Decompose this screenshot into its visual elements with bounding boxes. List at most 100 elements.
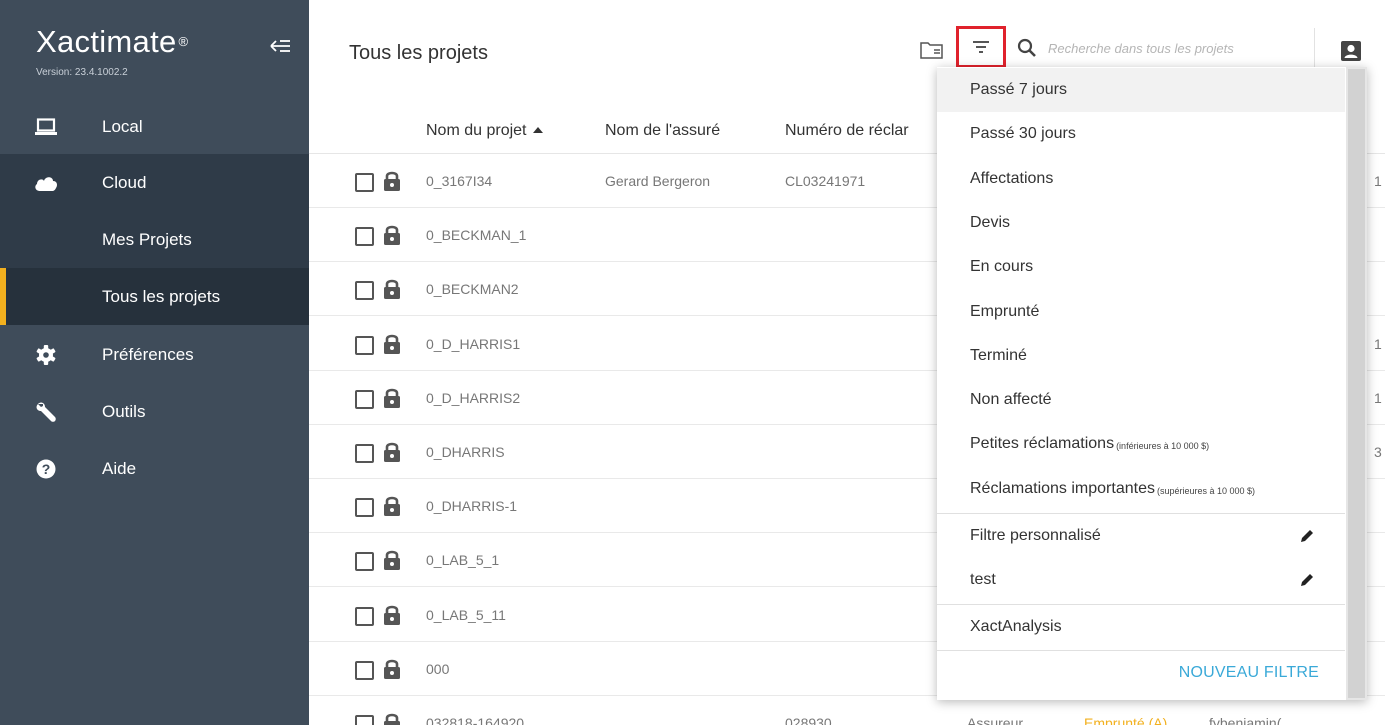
filter-item-label: Devis (970, 213, 1011, 231)
edit-pencil-icon[interactable] (1299, 528, 1315, 544)
lock-icon (383, 278, 401, 300)
sidebar-item-tous-les-projets[interactable]: Tous les projets (0, 268, 309, 325)
row-checkbox[interactable] (355, 660, 374, 680)
project-name: 0_DHARRIS-1 (426, 498, 518, 515)
search-input[interactable] (1048, 36, 1288, 60)
filter-menu-divider (937, 650, 1345, 651)
search-icon[interactable] (1017, 38, 1037, 58)
filter-item-label: Passé 30 jours (970, 125, 1076, 143)
project-name: 032818-164920 (426, 715, 525, 725)
truncated-cell: 3 (1374, 444, 1382, 460)
filter-button[interactable] (956, 26, 1006, 68)
filter-menu: Passé 7 jours Passé 30 jours Affectations D… (937, 67, 1367, 700)
lock-icon (383, 441, 401, 463)
project-name: 0_LAB_5_1 (426, 552, 500, 569)
filter-item-label: Réclamations importantes (970, 479, 1155, 497)
truncated-cell: 1 (1374, 389, 1382, 406)
lock-icon (383, 549, 401, 571)
sidebar-item-cloud[interactable]: Cloud (0, 154, 309, 211)
row-checkbox[interactable] (355, 389, 374, 409)
sidebar-item-aide[interactable]: ? Aide (0, 440, 309, 497)
row-checkbox[interactable] (355, 606, 374, 626)
sort-ascending-icon (532, 127, 543, 133)
column-header-insured-name[interactable]: Nom de l'assuré (605, 122, 720, 140)
sidebar-item-preferences[interactable]: Préférences (0, 326, 309, 383)
project-name: 0_LAB_5_11 (426, 606, 506, 623)
sidebar-item-label: Mes Projets (102, 229, 192, 249)
filter-item[interactable]: Emprunté (937, 290, 1345, 334)
filter-item-label: Affectations (970, 169, 1054, 187)
sidebar-item-label: Aide (102, 458, 137, 478)
gear-icon (34, 343, 58, 367)
filter-item[interactable]: Affectations (937, 157, 1345, 201)
edit-pencil-icon[interactable] (1299, 572, 1315, 588)
page-title: Tous les projets (349, 42, 488, 64)
project-name: 0_DHARRIS (426, 444, 505, 460)
column-header-project-name[interactable]: Nom du projet (426, 122, 543, 140)
project-name: 0_BECKMAN_1 (426, 227, 527, 244)
collapse-sidebar-icon[interactable] (268, 36, 294, 56)
filter-item[interactable]: Non affecté (937, 378, 1345, 422)
filter-item[interactable]: Passé 7 jours (937, 68, 1345, 112)
filter-item-label: XactAnalysis (970, 618, 1062, 635)
filter-menu-scrollbar[interactable] (1346, 67, 1367, 700)
lock-icon (383, 658, 401, 680)
filter-item-test[interactable]: test (937, 558, 1345, 602)
assigned-user: fybenjamin( (1209, 715, 1282, 725)
filter-item-xactanalysis[interactable]: XactAnalysis (937, 605, 1345, 649)
row-checkbox[interactable] (355, 498, 374, 518)
filter-item[interactable]: Devis (937, 201, 1345, 245)
truncated-cell: 1 (1374, 335, 1382, 352)
project-name: 0_D_HARRIS2 (426, 389, 521, 406)
app-version: Version: 23.4.1002.2 (36, 67, 128, 78)
row-checkbox[interactable] (355, 335, 374, 355)
filter-item-label: Filtre personnalisé (970, 527, 1101, 544)
row-checkbox[interactable] (355, 715, 374, 725)
filter-item[interactable]: Terminé (937, 334, 1345, 378)
truncated-cell: 1 (1374, 173, 1382, 189)
app-logo: Xactimate ® (36, 24, 189, 59)
profile-icon[interactable] (1340, 40, 1362, 62)
lock-icon (383, 333, 401, 355)
wrench-icon (34, 400, 58, 424)
filter-item-label: Non affecté (970, 391, 1052, 409)
sidebar-item-label: Cloud (102, 172, 147, 192)
filter-icon (973, 41, 989, 53)
filter-item-label: Passé 7 jours (970, 81, 1067, 98)
sidebar-item-label: Outils (102, 401, 146, 421)
scrollbar-thumb[interactable] (1348, 69, 1365, 698)
filter-item[interactable]: Petites réclamations (inférieures à 10 00… (937, 422, 1345, 466)
filter-item[interactable]: Réclamations importantes (supérieures à 1… (937, 467, 1345, 511)
svg-text:?: ? (42, 461, 51, 477)
row-checkbox[interactable] (355, 227, 374, 247)
folder-icon[interactable] (920, 40, 944, 60)
row-checkbox[interactable] (355, 173, 374, 192)
row-checkbox[interactable] (355, 281, 374, 301)
row-checkbox[interactable] (355, 444, 374, 463)
filter-item-custom[interactable]: Filtre personnalisé (937, 514, 1345, 558)
sidebar-item-outils[interactable]: Outils (0, 383, 309, 440)
sidebar-item-local[interactable]: Local (0, 98, 309, 155)
filter-item[interactable]: Passé 30 jours (937, 112, 1345, 156)
laptop-icon (34, 115, 58, 139)
claim-number: CL03241971 (785, 173, 866, 189)
table-row[interactable]: 032818-164920 028930 Assureur Emprunté (A) f… (309, 696, 1385, 725)
claim-number: 028930 (785, 715, 832, 725)
sidebar-item-label: Tous les projets (102, 286, 221, 306)
filter-item-note: (inférieures à 10 000 $) (1116, 441, 1210, 452)
row-checkbox[interactable] (355, 552, 374, 572)
filter-item-label: Emprunté (970, 302, 1040, 320)
sidebar-item-label: Local (102, 116, 143, 136)
new-filter-button[interactable]: NOUVEAU FILTRE (1179, 664, 1319, 682)
cloud-icon (34, 171, 58, 195)
header-divider (1314, 28, 1315, 68)
column-header-claim-number[interactable]: Numéro de réclar (785, 122, 935, 140)
filter-item-note: (supérieures à 10 000 $) (1156, 485, 1256, 496)
sidebar-item-mes-projets[interactable]: Mes Projets (0, 211, 309, 268)
help-icon: ? (34, 457, 58, 481)
lock-icon (383, 170, 401, 192)
sidebar-item-label: Préférences (102, 344, 194, 364)
filter-item-label: Petites réclamations (970, 435, 1115, 453)
lock-icon (383, 712, 401, 725)
filter-item[interactable]: En cours (937, 245, 1345, 289)
